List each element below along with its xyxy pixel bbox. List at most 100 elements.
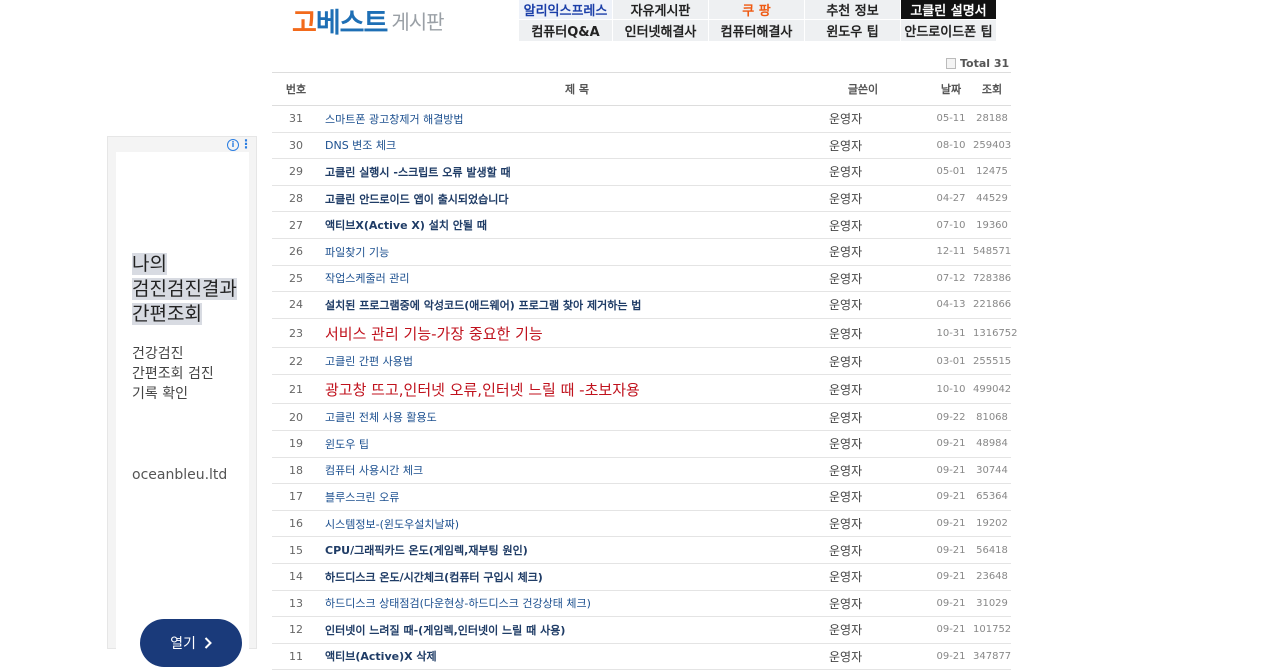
table-row[interactable]: 14 하드디스크 온도/시간체크(컴퓨터 구입시 체크) 운영자 09-21 23648: [272, 564, 1011, 591]
post-views: 347877: [973, 650, 1012, 662]
post-views: 259403: [973, 139, 1012, 151]
table-row[interactable]: 23 서비스 관리 기능-가장 중요한 기능 운영자 10-31 1316752: [272, 319, 1018, 349]
nav-windows-tips[interactable]: 윈도우 팁: [805, 20, 901, 42]
nav-android-tips[interactable]: 안드로이드폰 팁: [901, 20, 997, 42]
post-date: 05-11: [936, 113, 966, 125]
table-row[interactable]: 11 액티브(Active)X 삭제 운영자 09-21 347877: [272, 644, 1011, 670]
table-row[interactable]: 24 설치된 프로그램중에 악성코드(애드웨어) 프로그램 찾아 제거하는 법 운영…: [272, 292, 1011, 319]
nav-internet-solver[interactable]: 인터넷해결사: [613, 20, 709, 42]
post-date: 04-27: [936, 193, 966, 205]
header-num: 번호: [285, 83, 307, 96]
post-title-link[interactable]: 고클린 안드로이드 앱이 출시되었습니다: [272, 191, 829, 207]
side-advertisement[interactable]: i ⋮ 나의 검진검진결과 간편조회 건강검진 간편조회 검진 기록 확인 oc…: [107, 136, 257, 667]
post-writer: 운영자: [829, 596, 863, 611]
post-date: 12-11: [936, 246, 966, 258]
site-logo[interactable]: 고베스트 게시판: [292, 2, 445, 39]
nav-recommended-info[interactable]: 추천 정보: [805, 0, 901, 20]
post-title-link[interactable]: 인터넷이 느려질 때-(게임렉,인터넷이 느릴 때 사용): [272, 622, 829, 638]
post-writer: 운영자: [829, 410, 863, 425]
post-writer: 운영자: [829, 543, 863, 558]
ad-open-button[interactable]: 열기: [140, 619, 242, 667]
post-title-link[interactable]: 설치된 프로그램중에 악성코드(애드웨어) 프로그램 찾아 제거하는 법: [272, 297, 829, 313]
post-title-link[interactable]: 블루스크린 오류: [272, 489, 829, 505]
ad-info-icon[interactable]: i: [227, 139, 239, 151]
table-row[interactable]: 29 고클린 실행시 -스크립트 오류 발생할 때 운영자 05-01 12475: [272, 159, 1011, 186]
post-title-link[interactable]: 하드디스크 상태점검(다운현상-하드디스크 건강상태 체크): [272, 595, 829, 611]
ad-headline[interactable]: 나의 검진검진결과 간편조회: [132, 252, 237, 327]
nav-free-board[interactable]: 자유게시판: [613, 0, 709, 20]
post-title-link[interactable]: 액티브X(Active X) 설치 안될 때: [272, 217, 829, 233]
nav-goclean-manual[interactable]: 고클린 설명서: [901, 0, 997, 20]
post-title-link[interactable]: 하드디스크 온도/시간체크(컴퓨터 구입시 체크): [272, 569, 829, 585]
post-date: 10-31: [936, 327, 966, 339]
table-row[interactable]: 20 고클린 전체 사용 활용도 운영자 09-22 81068: [272, 404, 1011, 431]
post-writer: 운영자: [829, 649, 863, 664]
post-views: 28188: [976, 113, 1008, 125]
ad-description: 건강검진 간편조회 검진 기록 확인: [132, 346, 214, 402]
nav-computer-solver[interactable]: 컴퓨터해결사: [709, 20, 805, 42]
table-row[interactable]: 17 블루스크린 오류 운영자 09-21 65364: [272, 484, 1011, 511]
post-date: 09-21: [936, 624, 966, 636]
post-date: 09-22: [936, 411, 966, 423]
table-row[interactable]: 31 스마트폰 광고창제거 해결방법 운영자 05-11 28188: [272, 106, 1011, 133]
table-row[interactable]: 18 컴퓨터 사용시간 체크 운영자 09-21 30744: [272, 458, 1011, 485]
post-title-link[interactable]: 고클린 전체 사용 활용도: [272, 409, 829, 425]
ad-domain[interactable]: oceanbleu.ltd: [132, 467, 227, 483]
post-views: 19202: [976, 518, 1008, 530]
post-title-link[interactable]: 컴퓨터 사용시간 체크: [272, 462, 829, 478]
table-row[interactable]: 13 하드디스크 상태점검(다운현상-하드디스크 건강상태 체크) 운영자 09-21…: [272, 591, 1011, 618]
post-board: 번호 제 목 글쓴이 날짜 조회 31 스마트폰 광고창제거 해결방법 운영자 05-…: [272, 72, 1018, 670]
post-title-link[interactable]: 시스템정보-(윈도우설치날짜): [272, 516, 829, 532]
post-writer: 운영자: [829, 298, 863, 313]
table-row[interactable]: 28 고클린 안드로이드 앱이 출시되었습니다 운영자 04-27 44529: [272, 186, 1011, 213]
table-row[interactable]: 19 윈도우 팁 운영자 09-21 48984: [272, 431, 1011, 458]
post-title-link[interactable]: 작업스케줄러 관리: [272, 270, 829, 286]
table-row[interactable]: 26 파일찾기 기능 운영자 12-11 548571: [272, 239, 1011, 266]
post-title-link[interactable]: 파일찾기 기능: [272, 244, 829, 260]
post-writer: 운영자: [829, 517, 863, 532]
post-views: 548571: [973, 246, 1012, 258]
post-title-link[interactable]: 고클린 간편 사용법: [272, 353, 829, 369]
post-views: 255515: [973, 355, 1012, 367]
post-date: 07-12: [936, 272, 966, 284]
post-date: 07-10: [936, 219, 966, 231]
nav-aliexpress[interactable]: 알리익스프레스: [519, 0, 613, 20]
post-date: 09-21: [936, 571, 966, 583]
post-title-link[interactable]: 스마트폰 광고창제거 해결방법: [272, 111, 829, 127]
post-views: 728386: [973, 272, 1012, 284]
post-date: 10-10: [936, 383, 966, 395]
table-row[interactable]: 16 시스템정보-(윈도우설치날짜) 운영자 09-21 19202: [272, 511, 1011, 538]
ad-menu-icon[interactable]: ⋮: [240, 137, 252, 151]
post-title-link[interactable]: 고클린 실행시 -스크립트 오류 발생할 때: [272, 164, 829, 180]
post-views: 1316752: [973, 327, 1018, 339]
nav-coupang[interactable]: 쿠 팡: [709, 0, 805, 20]
table-row[interactable]: 15 CPU/그래픽카드 온도(게임렉,재부팅 원인) 운영자 09-21 56418: [272, 537, 1011, 564]
table-row[interactable]: 22 고클린 간편 사용법 운영자 03-01 255515: [272, 348, 1011, 375]
post-date: 09-21: [936, 650, 966, 662]
post-title-link[interactable]: DNS 변조 체크: [272, 137, 829, 153]
post-title-link[interactable]: 윈도우 팁: [272, 436, 829, 452]
post-views: 56418: [976, 544, 1008, 556]
total-count: Total 31: [946, 57, 1009, 70]
post-title-link[interactable]: 액티브(Active)X 삭제: [272, 648, 829, 664]
table-row[interactable]: 12 인터넷이 느려질 때-(게임렉,인터넷이 느릴 때 사용) 운영자 09-21 1…: [272, 617, 1011, 644]
document-icon: [946, 58, 956, 69]
table-row[interactable]: 25 작업스케줄러 관리 운영자 07-12 728386: [272, 266, 1011, 293]
logo-subtitle: 게시판: [391, 9, 444, 34]
post-writer: 운영자: [829, 490, 863, 505]
post-date: 08-10: [936, 139, 966, 151]
post-views: 23648: [976, 571, 1008, 583]
logo-mark: 고베스트: [292, 7, 388, 39]
table-row[interactable]: 30 DNS 변조 체크 운영자 08-10 259403: [272, 133, 1011, 160]
table-row[interactable]: 27 액티브X(Active X) 설치 안될 때 운영자 07-10 19360: [272, 212, 1011, 239]
post-title-link[interactable]: 서비스 관리 기능-가장 중요한 기능: [272, 323, 829, 344]
table-row[interactable]: 21 광고창 뜨고,인터넷 오류,인터넷 느릴 때 -초보자용 운영자 10-10 49…: [272, 375, 1011, 405]
post-title-link[interactable]: 광고창 뜨고,인터넷 오류,인터넷 느릴 때 -초보자용: [272, 379, 829, 400]
post-title-link[interactable]: CPU/그래픽카드 온도(게임렉,재부팅 원인): [272, 542, 829, 558]
nav-computer-qa[interactable]: 컴퓨터Q&A: [519, 20, 613, 42]
post-date: 03-01: [936, 355, 966, 367]
post-date: 09-21: [936, 464, 966, 476]
post-views: 30744: [976, 464, 1008, 476]
post-views: 499042: [973, 383, 1012, 395]
post-views: 19360: [976, 219, 1008, 231]
